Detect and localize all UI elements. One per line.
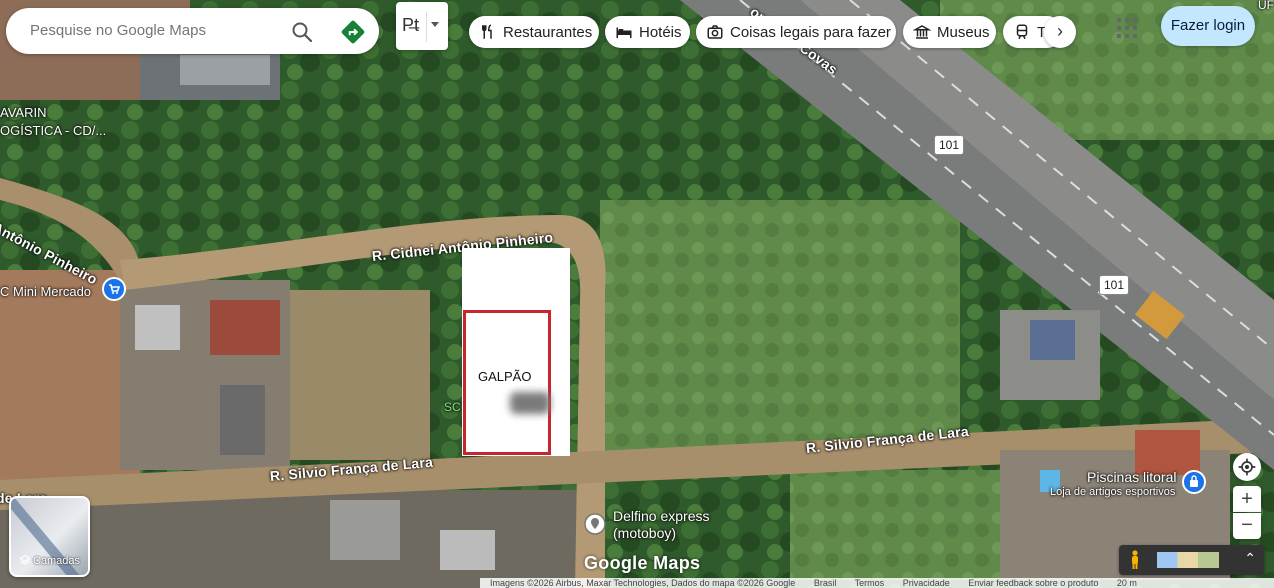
chip-label: Hotéis — [639, 23, 682, 41]
google-maps-watermark: Google Maps — [584, 553, 701, 573]
shopping-bag-icon[interactable] — [1182, 470, 1206, 494]
poi-label-top-right: UF — [1258, 0, 1274, 12]
bed-icon — [616, 27, 632, 38]
poi-label-sc: SC — [444, 400, 461, 414]
layers-button[interactable]: Camadas — [9, 496, 90, 577]
chip-restaurants[interactable]: Restaurantes — [469, 16, 599, 48]
poi-category-piscinas: Loja de artigos esportivos — [1050, 486, 1176, 498]
chip-label: Museus — [937, 23, 990, 41]
chip-label: Coisas legais para fazer — [730, 23, 891, 41]
directions-icon[interactable] — [340, 19, 366, 45]
highway-shield[interactable]: 101 — [934, 135, 964, 155]
my-location-icon — [1238, 458, 1256, 476]
zoom-out-button[interactable]: − — [1233, 513, 1261, 539]
museum-icon — [913, 25, 931, 39]
login-button[interactable]: Fazer login — [1161, 6, 1255, 46]
footer-feedback[interactable]: Enviar feedback sobre o produto — [968, 578, 1098, 588]
pegman-icon[interactable] — [1129, 550, 1141, 570]
apps-grid-icon[interactable] — [1117, 18, 1137, 38]
search-icon[interactable] — [290, 20, 314, 44]
chip-museums[interactable]: Museus — [903, 16, 996, 48]
chevron-down-icon[interactable] — [431, 22, 439, 27]
street-view-bar[interactable]: ⌃ — [1119, 545, 1264, 575]
expand-icon[interactable]: ⌃ — [1244, 550, 1256, 567]
search-box[interactable] — [6, 8, 379, 54]
fork-knife-icon — [482, 24, 492, 39]
blurred-smudge — [510, 392, 550, 414]
chip-hotels[interactable]: Hotéis — [605, 16, 690, 48]
scale-label[interactable]: 20 m — [1117, 578, 1137, 588]
chip-things-to-do[interactable]: Coisas legais para fazer — [696, 16, 896, 48]
footer-terms[interactable]: Termos — [855, 578, 885, 588]
transit-icon[interactable]: P̶t — [402, 15, 419, 36]
imagery-thumbnails[interactable] — [1157, 552, 1219, 568]
footer-country[interactable]: Brasil — [814, 578, 837, 588]
poi-label-piscinas[interactable]: Piscinas litoral — [1087, 469, 1176, 485]
train-icon — [1016, 24, 1028, 40]
divider — [426, 12, 427, 42]
satellite-map[interactable] — [0, 0, 1274, 588]
poi-label-avarin[interactable]: AVARIN OGÍSTICA - CD/... — [0, 104, 106, 140]
camera-icon — [707, 25, 723, 39]
place-pin-icon[interactable] — [583, 512, 607, 536]
search-input[interactable] — [28, 21, 282, 40]
footer-privacy[interactable]: Privacidade — [903, 578, 950, 588]
map-footer: Imagens ©2026 Airbus, Maxar Technologies… — [480, 578, 1274, 588]
annotation-label: GALPÃO — [478, 369, 532, 384]
poi-label-mini-mercado[interactable]: C Mini Mercado — [0, 284, 91, 299]
layers-label: Camadas — [32, 555, 81, 567]
travel-mode-selector[interactable]: P̶t — [396, 2, 448, 50]
zoom-in-button[interactable]: + — [1233, 486, 1261, 512]
chips-next-button[interactable]: › — [1044, 16, 1076, 48]
shopping-cart-icon[interactable] — [102, 277, 126, 301]
poi-label-delfino[interactable]: Delfino express (motoboy) — [613, 508, 710, 542]
imagery-attribution: Imagens ©2026 Airbus, Maxar Technologies… — [490, 578, 796, 588]
my-location-button[interactable] — [1233, 453, 1261, 481]
highway-shield[interactable]: 101 — [1099, 275, 1129, 295]
chip-label: Restaurantes — [503, 23, 593, 41]
